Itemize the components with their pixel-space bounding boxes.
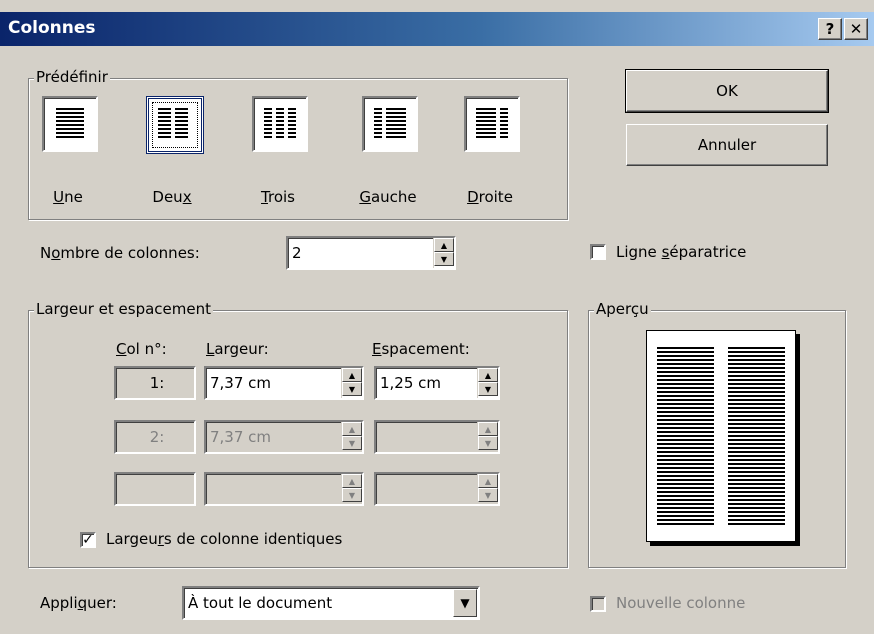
width-field-3: ▲ ▼ — [204, 472, 364, 506]
check-mark-icon: ✓ — [82, 532, 94, 548]
col-number-1: 1: — [114, 366, 196, 400]
spin-down-icon: ▼ — [478, 488, 498, 502]
width-spacing-label: Largeur et espacement — [34, 300, 213, 318]
spin-up-icon: ▲ — [478, 474, 498, 488]
title-bar: Colonnes ? ✕ — [0, 12, 874, 46]
apply-select-value: À tout le document — [188, 594, 333, 612]
separator-label: Ligne séparatrice — [616, 243, 747, 261]
preset-right-label: Droite — [467, 188, 513, 206]
preset-left[interactable] — [362, 96, 418, 152]
apply-select[interactable]: À tout le document ▼ — [182, 586, 480, 620]
spin-up-icon[interactable]: ▲ — [478, 368, 498, 382]
spin-up-icon: ▲ — [478, 422, 498, 436]
two-columns-icon — [158, 108, 188, 138]
left-column-icon — [374, 108, 406, 138]
close-button[interactable]: ✕ — [844, 18, 868, 40]
preset-one-label: Une — [53, 188, 83, 206]
width-spinner-1[interactable]: ▲ ▼ — [341, 368, 362, 398]
col-number-header: Col n°: — [116, 340, 167, 358]
two-column-preview-icon — [657, 347, 785, 525]
spacing-header: Espacement: — [372, 340, 470, 358]
preset-left-label: Gauche — [359, 188, 417, 206]
spin-down-icon: ▼ — [342, 436, 362, 450]
spin-down-icon[interactable]: ▼ — [478, 382, 498, 396]
preset-two[interactable] — [146, 96, 204, 154]
ok-button[interactable]: OK — [625, 69, 829, 113]
width-value-2: 7,37 cm — [210, 428, 272, 446]
new-column-checkbox — [590, 596, 606, 612]
three-columns-icon — [264, 108, 296, 138]
new-column-label: Nouvelle colonne — [616, 594, 746, 612]
spin-up-icon[interactable]: ▲ — [434, 238, 454, 252]
column-count-spinner[interactable]: ▲ ▼ — [433, 238, 454, 268]
width-spinner-3: ▲ ▼ — [341, 474, 362, 504]
width-field-1[interactable]: 7,37 cm ▲ ▼ — [204, 366, 364, 400]
one-column-icon — [56, 108, 84, 138]
column-count-field[interactable]: 2 ▲ ▼ — [286, 236, 456, 270]
spacing-field-2: ▲ ▼ — [374, 420, 500, 454]
spacing-spinner-1[interactable]: ▲ ▼ — [477, 368, 498, 398]
spin-up-icon: ▲ — [342, 474, 362, 488]
spin-down-icon: ▼ — [342, 488, 362, 502]
preset-right[interactable] — [464, 96, 520, 152]
window-title: Colonnes — [8, 18, 96, 38]
dropdown-arrow-icon[interactable]: ▼ — [453, 589, 477, 617]
width-value-1: 7,37 cm — [210, 374, 272, 392]
width-spinner-2: ▲ ▼ — [341, 422, 362, 452]
spin-down-icon: ▼ — [478, 436, 498, 450]
right-column-icon — [476, 108, 508, 138]
help-button[interactable]: ? — [818, 18, 842, 40]
preview-label: Aperçu — [594, 300, 651, 318]
spacing-spinner-3: ▲ ▼ — [477, 474, 498, 504]
preset-group-label: Prédéfinir — [34, 68, 110, 86]
equal-widths-label: Largeurs de colonne identiques — [106, 530, 343, 548]
apply-label: Appliquer: — [40, 594, 117, 612]
preset-three[interactable] — [252, 96, 308, 152]
equal-widths-checkbox[interactable]: ✓ — [80, 532, 96, 548]
column-count-label: Nombre de colonnes: — [40, 244, 200, 262]
separator-checkbox[interactable] — [590, 244, 606, 260]
spin-up-icon: ▲ — [342, 422, 362, 436]
col-number-2: 2: — [114, 420, 196, 454]
col-number-3 — [114, 472, 196, 506]
spacing-spinner-2: ▲ ▼ — [477, 422, 498, 452]
preset-three-label: Trois — [261, 188, 295, 206]
preview-page — [646, 330, 796, 542]
spin-down-icon[interactable]: ▼ — [434, 252, 454, 266]
column-count-value: 2 — [292, 244, 302, 262]
cancel-button[interactable]: Annuler — [626, 124, 828, 166]
spacing-field-1[interactable]: 1,25 cm ▲ ▼ — [374, 366, 500, 400]
spacing-value-1: 1,25 cm — [380, 374, 442, 392]
width-header: Largeur: — [206, 340, 269, 358]
spacing-field-3: ▲ ▼ — [374, 472, 500, 506]
width-field-2: 7,37 cm ▲ ▼ — [204, 420, 364, 454]
spin-up-icon[interactable]: ▲ — [342, 368, 362, 382]
spin-down-icon[interactable]: ▼ — [342, 382, 362, 396]
preset-two-label: Deux — [152, 188, 192, 206]
preset-one[interactable] — [42, 96, 98, 152]
